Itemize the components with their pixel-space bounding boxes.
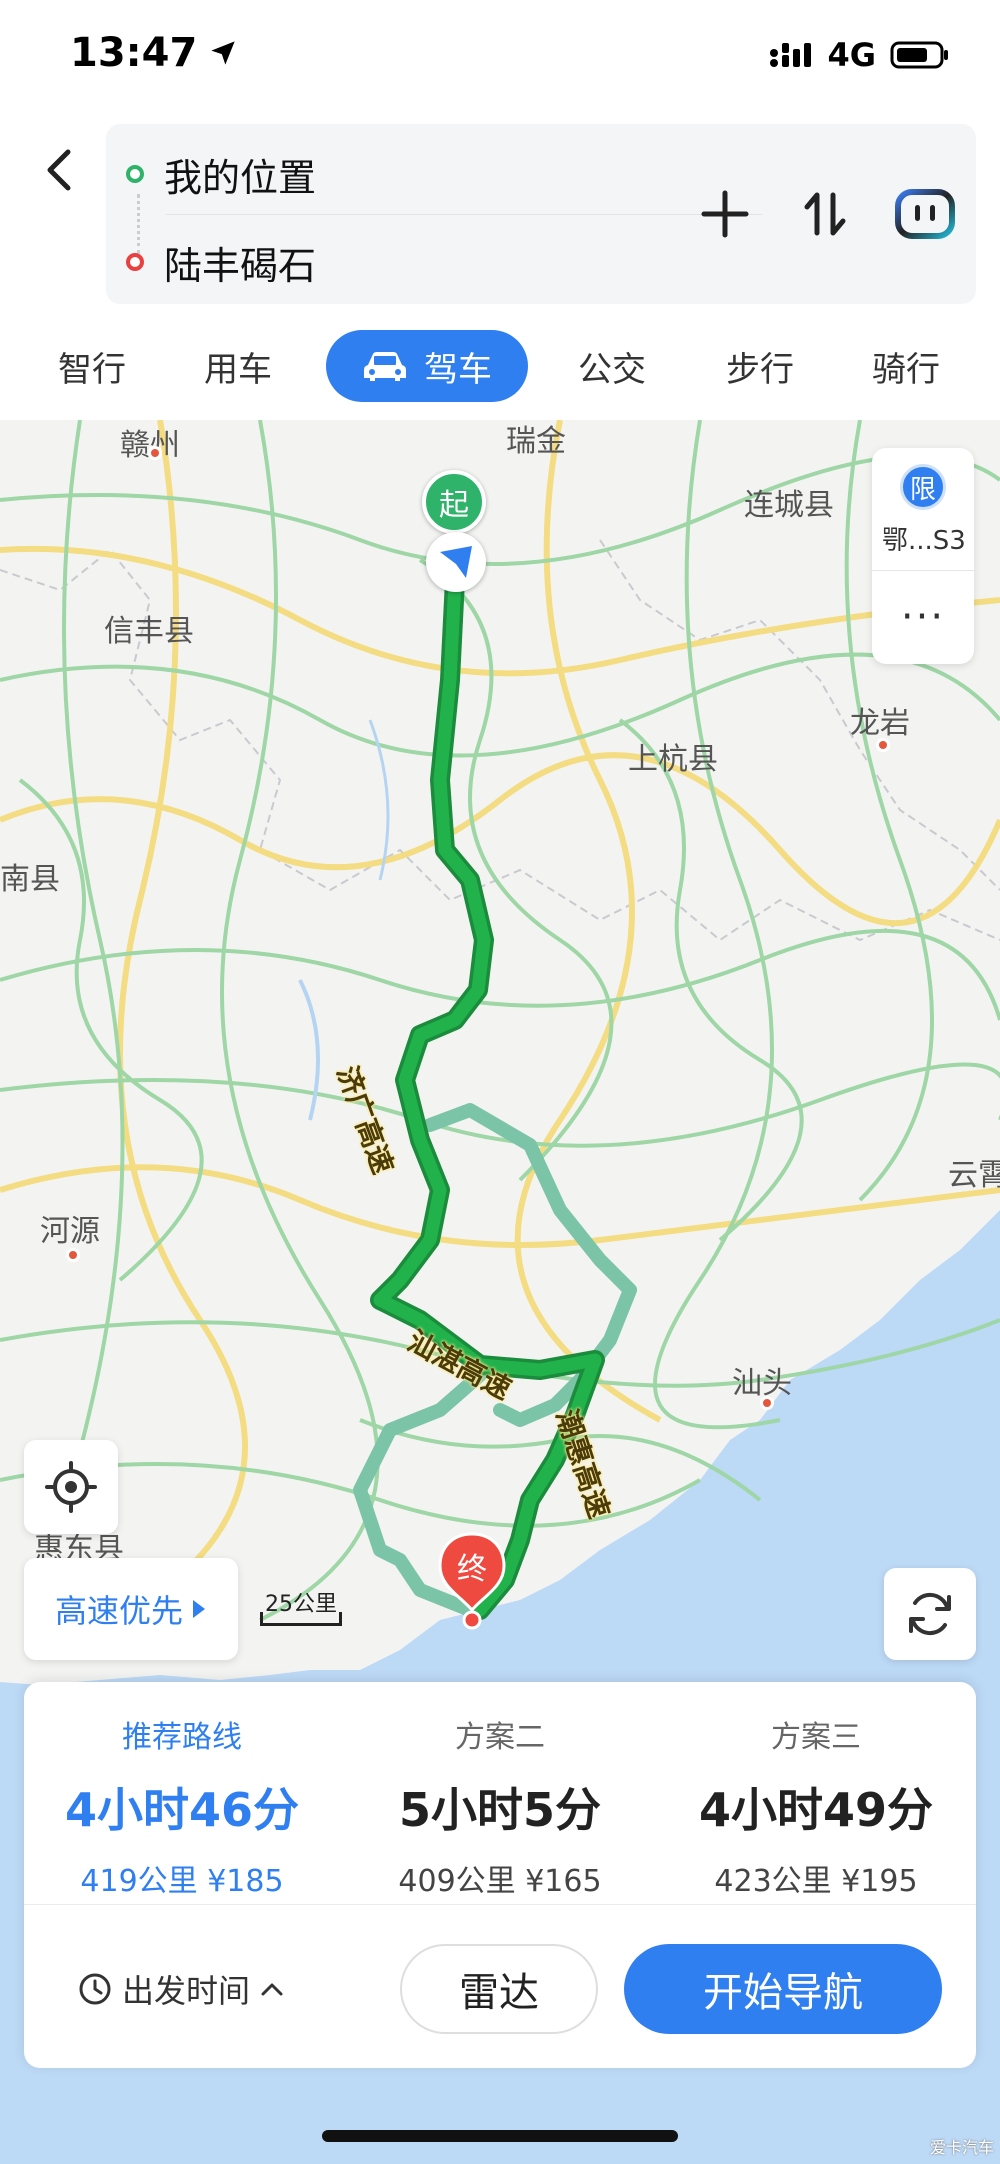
- place-xinfeng: 信丰县: [104, 614, 194, 649]
- map-scale: 25公里: [258, 1592, 344, 1628]
- start-marker-label: 起: [439, 488, 469, 523]
- plan-three[interactable]: 方案三 4小时49分 423公里 ¥195: [658, 1712, 974, 1900]
- more-icon: ···: [900, 594, 946, 640]
- home-indicator[interactable]: [322, 2130, 678, 2142]
- locate-button[interactable]: [24, 1440, 118, 1534]
- end-marker-label: 终: [457, 1552, 487, 1587]
- swap-icon: [804, 192, 846, 236]
- chevron-left-icon: [47, 149, 71, 191]
- destination-text: 陆丰碣石: [164, 243, 317, 288]
- place-longyan: 龙岩: [850, 706, 910, 741]
- back-button[interactable]: [30, 140, 90, 200]
- watermark: 爱卡汽车: [929, 2138, 994, 2157]
- current-location-marker: [426, 532, 486, 592]
- battery-icon: [890, 41, 948, 69]
- start-navigation-button[interactable]: 开始导航: [624, 1944, 942, 2034]
- departure-time-button[interactable]: 出发时间: [78, 1944, 284, 2034]
- place-shantou: 汕头: [732, 1366, 792, 1401]
- panel-divider: [872, 570, 974, 571]
- more-button[interactable]: ···: [872, 572, 974, 662]
- place-ruijin: 瑞金: [506, 424, 566, 459]
- plan-two[interactable]: 方案二 5小时5分 409公里 ¥165: [342, 1712, 658, 1900]
- plan-duration: 4小时46分: [64, 1783, 300, 1837]
- place-liancheng: 连城县: [744, 488, 834, 523]
- highway-preference-label: 高速优先: [54, 1592, 183, 1630]
- map-side-panel: 限 鄂...S3 ···: [872, 448, 974, 664]
- refresh-icon: [909, 1592, 951, 1636]
- assistant-button[interactable]: [892, 164, 958, 264]
- status-bar: 13:47 4G: [0, 0, 1000, 110]
- route-actions: [692, 164, 958, 264]
- tab-driving[interactable]: 驾车: [326, 330, 528, 402]
- plan-duration: 4小时49分: [698, 1783, 934, 1837]
- highway-preference-button[interactable]: 高速优先: [24, 1558, 238, 1660]
- tab-cycling[interactable]: 骑行: [854, 330, 958, 402]
- plan-distance-toll: 423公里 ¥195: [714, 1864, 918, 1899]
- scale-bar: [260, 1612, 342, 1626]
- clock-icon: [79, 1973, 111, 2005]
- route-plans-sheet: 推荐路线 4小时46分 419公里 ¥185 方案二 5小时5分 409公里 ¥…: [24, 1682, 976, 2068]
- crosshair-icon: [45, 1461, 97, 1513]
- add-icon: [701, 190, 749, 238]
- place-nanxian: 南县: [0, 862, 60, 897]
- tab-car-hailing[interactable]: 用车: [186, 330, 290, 402]
- restriction-text[interactable]: 鄂...S3: [882, 520, 974, 557]
- restriction-badge: 限: [909, 474, 936, 505]
- place-shanghang: 上杭县: [628, 742, 718, 777]
- tab-smart[interactable]: 智行: [40, 330, 144, 402]
- city-dot: [148, 446, 162, 460]
- status-indicators: 4G: [769, 36, 950, 74]
- place-yunxiao: 云霄: [948, 1158, 1000, 1193]
- plan-duration: 5小时5分: [398, 1783, 601, 1837]
- plan-distance-toll: 419公里 ¥185: [80, 1864, 284, 1899]
- origin-text: 我的位置: [164, 155, 317, 200]
- assistant-icon: [895, 189, 955, 239]
- tab-transit[interactable]: 公交: [560, 330, 664, 402]
- refresh-button[interactable]: [884, 1568, 976, 1660]
- route-divider: [166, 214, 762, 215]
- car-icon: [364, 352, 406, 381]
- plan-name: 方案三: [771, 1720, 861, 1755]
- clock-text: 13:47: [70, 30, 198, 76]
- plan-recommended[interactable]: 推荐路线 4小时46分 419公里 ¥185: [24, 1712, 340, 1900]
- destination-field[interactable]: 陆丰碣石: [126, 222, 316, 302]
- plan-distance-toll: 409公里 ¥165: [398, 1864, 602, 1899]
- place-heyuan: 河源: [40, 1214, 100, 1249]
- location-arrow-icon: [211, 41, 235, 65]
- city-dot: [876, 738, 890, 752]
- start-marker[interactable]: 起: [422, 470, 486, 534]
- chevron-up-icon: [261, 1983, 283, 1996]
- origin-field[interactable]: 我的位置: [126, 134, 316, 214]
- signal-icon: [770, 43, 812, 67]
- tab-driving-label: 驾车: [424, 349, 492, 390]
- origin-dot-icon: [126, 165, 144, 183]
- plan-name: 方案二: [455, 1720, 545, 1755]
- tab-walking[interactable]: 步行: [708, 330, 812, 402]
- radar-button[interactable]: 雷达: [400, 1944, 598, 2034]
- city-dot: [760, 1396, 774, 1410]
- route-input-card: 我的位置 陆丰碣石: [106, 124, 976, 304]
- departure-time-label: 出发时间: [122, 1972, 251, 2010]
- restriction-icon[interactable]: 限: [900, 464, 946, 510]
- plan-name: 推荐路线: [122, 1720, 242, 1755]
- caret-right-icon: [193, 1600, 205, 1618]
- destination-dot-icon: [126, 253, 144, 271]
- city-dot: [66, 1248, 80, 1262]
- mode-tabs: 智行 用车 驾车 公交 步行 骑行: [0, 330, 1000, 402]
- end-marker[interactable]: 终: [436, 1530, 508, 1630]
- add-waypoint-button[interactable]: [692, 164, 758, 264]
- swap-route-button[interactable]: [792, 164, 858, 264]
- sheet-divider: [24, 1904, 976, 1905]
- network-type: 4G: [827, 36, 876, 74]
- navigation-arrow-icon: [440, 546, 472, 578]
- status-time: 13:47: [70, 30, 237, 76]
